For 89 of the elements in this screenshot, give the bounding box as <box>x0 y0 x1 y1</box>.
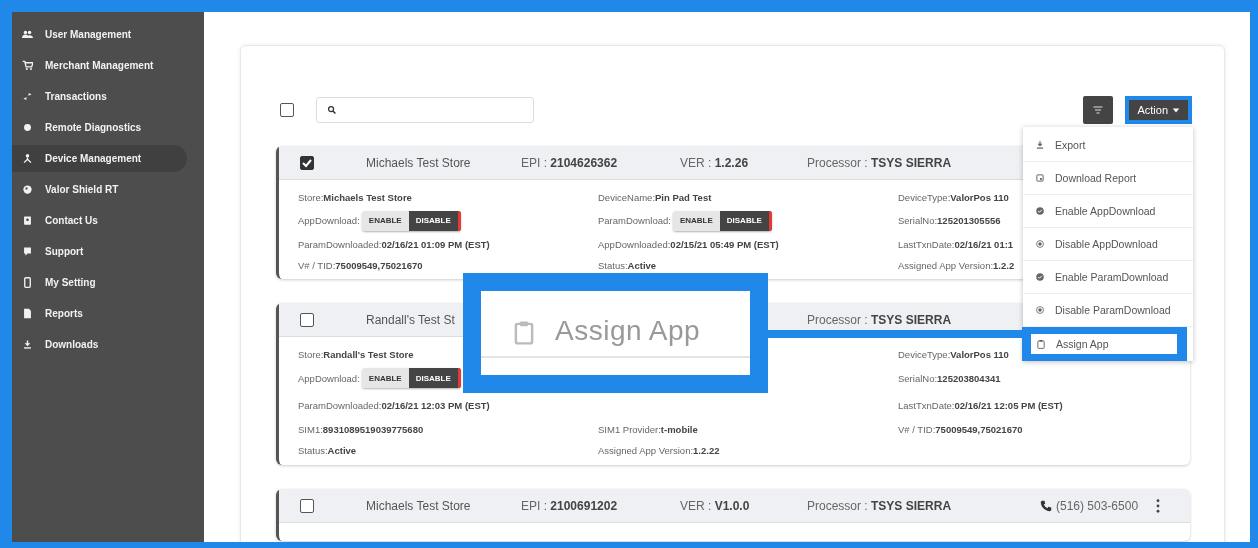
field-label: AppDownload: <box>298 372 360 384</box>
search-field[interactable] <box>316 97 534 123</box>
epi-text: EPI : 2104626362 <box>521 155 618 170</box>
field-text: Status:Active <box>598 259 657 271</box>
processor-text: Processor : TSYS SIERRA <box>807 312 952 327</box>
field-label: ParamDownload: <box>598 215 671 226</box>
field-text: SIM1 Provider:t-mobile <box>598 424 698 435</box>
sidebar-item[interactable]: Downloads <box>12 331 187 358</box>
sidebar-item[interactable]: Merchant Management <box>12 52 187 79</box>
processor-text: Processor : TSYS SIERRA <box>807 155 952 170</box>
field-text: V# / TID:75009549,75021670 <box>898 424 1023 435</box>
epi-text: EPI : 2100691202 <box>521 498 618 513</box>
field-text: SIM1:8931089519039775680 <box>298 424 424 435</box>
store-title: Michaels Test Store <box>366 155 471 170</box>
radio-icon <box>1035 305 1045 315</box>
field-text: Store:Randall's Test Store <box>298 348 414 360</box>
arrows-icon <box>22 91 33 102</box>
cart-icon <box>22 60 33 71</box>
version-text: VER : V1.0.0 <box>680 498 750 513</box>
menu-item[interactable]: Enable ParamDownload <box>1023 261 1193 293</box>
globe-icon <box>22 184 33 195</box>
field-text: V# / TID:75009549,75021670 <box>298 259 423 271</box>
network-icon <box>22 153 33 164</box>
field-text: AppDownloaded:02/15/21 05:49 PM (EST) <box>598 238 779 250</box>
check-circle-icon <box>1035 206 1045 216</box>
field-text: Assigned App Version:1.2.2 <box>898 259 1015 271</box>
select-all-checkbox[interactable] <box>280 103 294 117</box>
phone-icon <box>22 277 33 288</box>
field-text: Assigned App Version:1.2.22 <box>598 445 720 456</box>
device-checkbox[interactable] <box>300 312 314 327</box>
radio-icon <box>1035 239 1045 249</box>
badge-icon <box>22 215 33 226</box>
filter-button[interactable] <box>1083 96 1114 124</box>
sidebar-item[interactable]: Reports <box>12 300 187 327</box>
clipboard-icon <box>1036 339 1046 349</box>
version-text: VER : 1.2.26 <box>680 155 749 170</box>
search-icon <box>327 105 337 115</box>
field-text: SerialNo:125201305556 <box>898 215 1001 226</box>
document-icon <box>22 308 33 319</box>
toggle-option[interactable]: DISABLE <box>408 210 461 231</box>
field-text: DeviceName:Pin Pad Test <box>598 191 712 203</box>
field-text: ParamDownloaded:02/16/21 12:03 PM (EST) <box>298 399 490 411</box>
menu-item[interactable]: Disable ParamDownload <box>1023 294 1193 326</box>
dot-icon <box>22 122 33 133</box>
chat-icon <box>22 246 33 257</box>
sidebar-item[interactable]: Device Management <box>12 145 187 172</box>
field-text: ParamDownloaded:02/16/21 01:09 PM (EST) <box>298 238 490 250</box>
device-checkbox[interactable] <box>300 155 314 170</box>
field-text: Store:Michaels Test Store <box>298 191 412 203</box>
menu-item[interactable]: Enable AppDownload <box>1023 195 1193 227</box>
device-checkbox[interactable] <box>300 498 314 513</box>
calendar-icon <box>1035 173 1045 183</box>
check-circle-icon <box>1035 272 1045 282</box>
phone-number: (516) 503-6500 <box>1056 498 1139 513</box>
field-label: AppDownload: <box>298 215 360 226</box>
sidebar-item[interactable]: Transactions <box>12 83 187 110</box>
field-text: DeviceType:ValorPos 110 <box>898 348 1009 360</box>
field-text: Status:Active <box>298 445 357 456</box>
callout-label: Assign App <box>555 315 701 347</box>
filter-icon <box>1092 104 1105 116</box>
people-icon <box>22 29 33 40</box>
toggle-option[interactable]: ENABLE <box>361 210 409 231</box>
toggle-option[interactable]: ENABLE <box>672 210 720 231</box>
toggle-option[interactable]: ENABLE <box>361 368 409 388</box>
download-icon <box>22 339 33 350</box>
menu-item[interactable]: Export <box>1023 129 1193 161</box>
sidebar-item[interactable]: Valor Shield RT <box>12 176 187 203</box>
field-text: DeviceType:ValorPos 110 <box>898 191 1009 203</box>
store-title: Michaels Test Store <box>366 498 471 513</box>
toggle-option[interactable]: DISABLE <box>719 210 772 231</box>
menu-item[interactable]: Disable AppDownload <box>1023 228 1193 260</box>
sidebar-item[interactable]: Support <box>12 238 187 265</box>
menu-item[interactable]: Download Report <box>1023 162 1193 194</box>
processor-text: Processor : TSYS SIERRA <box>807 498 952 513</box>
field-text: LastTxnDate:02/16/21 12:05 PM (EST) <box>898 399 1063 411</box>
sidebar-item[interactable]: Contact Us <box>12 207 187 234</box>
phone-icon <box>1040 499 1052 512</box>
field-text: LastTxnDate:02/16/21 01:1 <box>898 238 1014 250</box>
sidebar-item[interactable]: My Setting <box>12 269 187 296</box>
store-title: Randall's Test St <box>366 312 455 327</box>
sidebar-item[interactable]: Remote Diagnostics <box>12 114 187 141</box>
caret-icon <box>1172 106 1180 114</box>
sidebar-item[interactable]: User Management <box>12 21 187 48</box>
more-icon[interactable] <box>1156 498 1161 513</box>
download-icon <box>1035 140 1045 150</box>
field-text: SerialNo:125203804341 <box>898 372 1001 384</box>
toggle-option[interactable]: DISABLE <box>408 368 461 388</box>
action-button[interactable]: Action <box>1129 100 1188 120</box>
menu-item[interactable]: Assign App <box>1031 334 1177 354</box>
